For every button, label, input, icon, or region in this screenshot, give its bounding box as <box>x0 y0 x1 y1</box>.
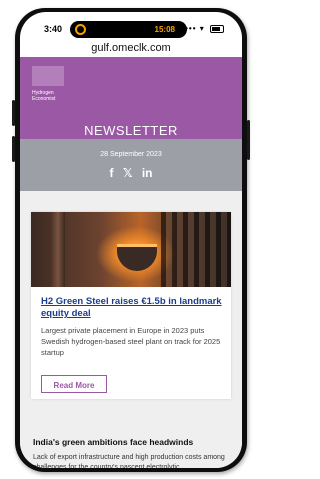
image-detail <box>117 244 157 271</box>
status-time: 3:40 <box>44 24 63 34</box>
status-bar: 3:40 15:08 ••• ▾ <box>20 12 242 42</box>
date-band: 28 September 2023 f 𝕏 in <box>20 139 242 191</box>
logo-text: Hydrogen Economist <box>32 90 56 102</box>
image-detail <box>161 212 231 287</box>
read-more-button[interactable]: Read More <box>41 375 107 393</box>
status-icons: ••• ▾ <box>185 24 224 33</box>
x-icon[interactable]: 𝕏 <box>123 166 133 180</box>
section-text: Lack of export infrastructure and high p… <box>33 454 225 468</box>
newsletter-header: Hydrogen Economist NEWSLETTER <box>20 57 242 139</box>
logo <box>32 66 64 86</box>
facebook-icon[interactable]: f <box>109 166 113 180</box>
url-bar[interactable]: gulf.omeclk.com <box>20 42 242 54</box>
issue-date: 28 September 2023 <box>100 151 162 158</box>
social-links: f 𝕏 in <box>20 166 242 180</box>
timer-ring-icon <box>75 24 86 35</box>
article-title-link[interactable]: H2 Green Steel raises €1.5b in landmark … <box>41 296 226 320</box>
side-button <box>12 136 15 162</box>
signal-icon: ••• <box>185 24 197 33</box>
linkedin-icon[interactable]: in <box>142 166 153 180</box>
island-timer: 15:08 <box>154 25 175 34</box>
battery-icon <box>210 24 224 33</box>
section-heading[interactable]: India's green ambitions face headwinds <box>33 437 238 447</box>
article-image[interactable] <box>31 212 231 287</box>
image-detail <box>51 212 65 287</box>
article-card: H2 Green Steel raises €1.5b in landmark … <box>31 212 231 399</box>
side-button <box>12 100 15 126</box>
phone-screen: 3:40 15:08 ••• ▾ gulf.omeclk.com Hydroge… <box>20 12 242 468</box>
power-button <box>247 120 250 160</box>
dynamic-island: 15:08 <box>70 21 187 38</box>
newsletter-title: NEWSLETTER <box>84 123 178 138</box>
wifi-icon: ▾ <box>199 24 205 33</box>
article-description: Largest private placement in Europe in 2… <box>41 326 221 357</box>
